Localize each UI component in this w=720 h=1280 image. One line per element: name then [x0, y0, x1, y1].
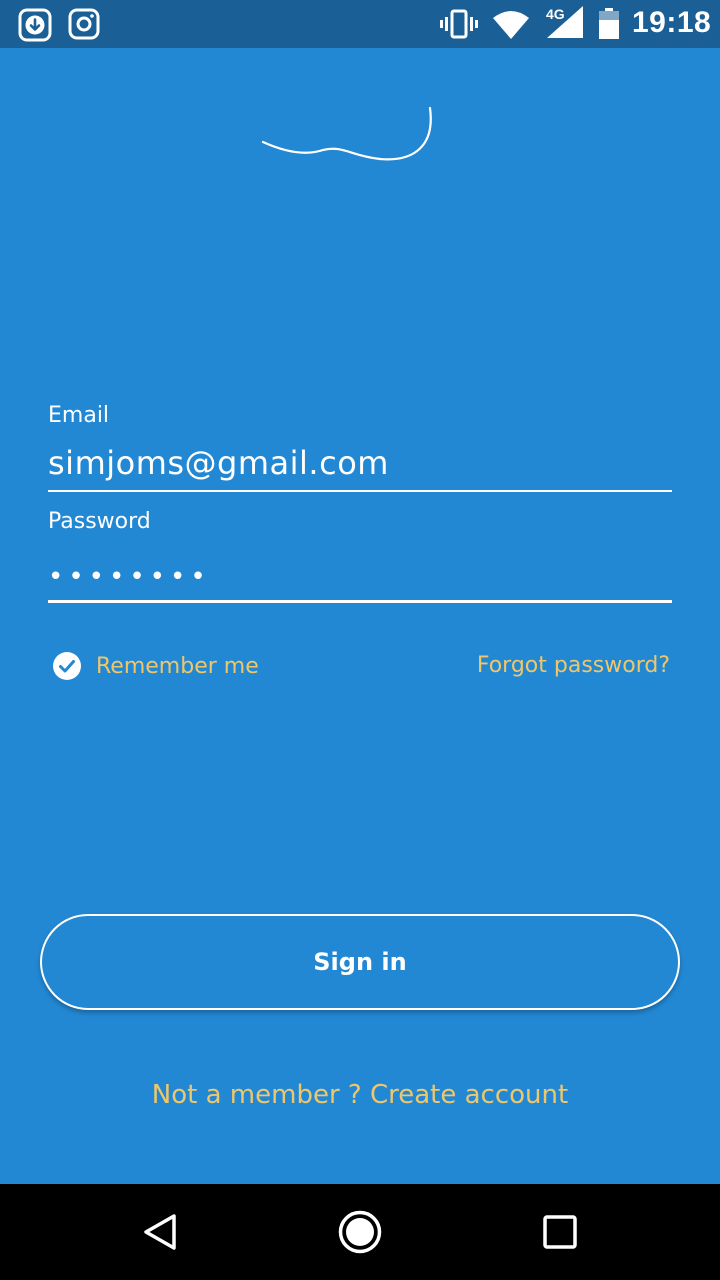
- back-icon[interactable]: [140, 1212, 180, 1252]
- instagram-icon: [68, 8, 100, 40]
- status-time: 19:18: [632, 6, 712, 39]
- navigation-bar: [0, 1184, 720, 1280]
- vibrate-icon: [440, 9, 478, 39]
- email-field[interactable]: simjoms@gmail.com: [48, 444, 672, 488]
- create-account-link[interactable]: Not a member ? Create account: [0, 1080, 720, 1110]
- email-label: Email: [48, 403, 110, 428]
- forgot-password-link[interactable]: Forgot password?: [477, 653, 670, 678]
- battery-icon: [599, 8, 619, 39]
- password-label: Password: [48, 509, 151, 534]
- wifi-icon: [493, 11, 529, 39]
- check-circle-icon: [53, 652, 81, 680]
- sign-in-button[interactable]: Sign in: [40, 914, 680, 1010]
- app-logo-icon: [261, 106, 432, 161]
- signal-icon: [547, 6, 583, 38]
- remember-me-label: Remember me: [96, 653, 259, 679]
- password-field[interactable]: ••••••••: [48, 555, 672, 599]
- recent-apps-icon[interactable]: [542, 1214, 578, 1250]
- login-screen: 4G 19:18 Email simjoms@gmail.com Passwor…: [0, 0, 720, 1280]
- download-icon: [18, 8, 52, 42]
- home-icon[interactable]: [338, 1210, 382, 1254]
- email-underline: [48, 490, 672, 492]
- remember-me-checkbox[interactable]: Remember me: [52, 650, 259, 682]
- password-underline: [48, 600, 672, 603]
- status-bar: 4G 19:18: [0, 0, 720, 48]
